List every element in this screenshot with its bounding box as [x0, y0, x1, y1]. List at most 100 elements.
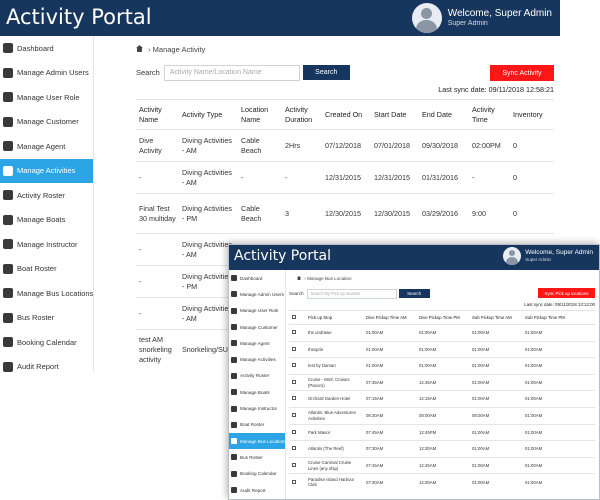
column-header[interactable]: Sub Pickup Time PM [522, 310, 595, 325]
sync-activity-button[interactable]: Sync Activity [490, 65, 554, 81]
row-checkbox-cell[interactable] [289, 324, 305, 342]
avatar[interactable] [411, 3, 442, 33]
select-all-checkbox[interactable] [292, 314, 296, 319]
sidebar-item-manage-user-role[interactable]: Manage User Role [0, 85, 93, 110]
table-row[interactable]: thesprin 01:00AM 01:00AM 01:00AM 01:00AM [289, 340, 595, 358]
search-input[interactable]: Search By Pick up location [306, 288, 397, 299]
sidebar-item-bus-roster[interactable]: Bus Roster [229, 449, 285, 465]
sidebar-item-booking-calendar[interactable]: Booking Calendar [0, 330, 93, 355]
column-header[interactable]: Activity Duration [282, 99, 322, 130]
column-header[interactable]: Activity Time [469, 99, 510, 130]
sidebar-item-activity-roster[interactable]: Activity Roster [0, 183, 93, 208]
table-row[interactable]: Cruise - MSC Cruises (Panoro) 07:45AM 12:4… [289, 373, 595, 391]
row-checkbox[interactable] [292, 479, 296, 484]
table-row[interactable]: Paradise Island Harbour Club 07:30AM 12:30… [289, 473, 595, 491]
user-menu[interactable]: Welcome, Super Admin Super Admin [503, 247, 593, 265]
column-header[interactable]: Pick up Stop [305, 310, 363, 325]
sidebar-item-manage-boats[interactable]: Manage Boats [0, 208, 93, 233]
row-checkbox[interactable] [292, 412, 296, 417]
sidebar-item-manage-activities[interactable]: Manage Activities [0, 158, 93, 183]
column-header[interactable]: Location Name [238, 99, 282, 130]
table-cell: 01:00AM [363, 340, 416, 358]
row-checkbox[interactable] [292, 363, 296, 368]
table-cell: 12:15AM [416, 390, 469, 408]
sidebar-item-manage-agent[interactable]: Manage Agent [229, 335, 285, 351]
search-button[interactable]: Search [398, 289, 430, 298]
column-header[interactable]: End Date [419, 99, 469, 130]
sidebar-item-manage-instructor[interactable]: Manage Instructor [0, 232, 93, 257]
table-row[interactable]: test by Daman 01:00AM 01:00AM 01:00AM 01:00A… [289, 357, 595, 375]
column-header[interactable]: Dive Pickup Time AM [363, 310, 416, 325]
row-checkbox-cell[interactable] [289, 390, 305, 408]
table-cell: 02:00PM [469, 129, 510, 162]
row-checkbox-cell[interactable] [289, 406, 305, 425]
sidebar-item-manage-boats[interactable]: Manage Boats [229, 384, 285, 400]
table-row[interactable]: Park Manor 07:45AM 12:45PM 01:00AM 01:00AM [289, 423, 595, 441]
table-cell: 0 [510, 161, 554, 194]
home-icon[interactable] [136, 45, 143, 52]
sidebar-item-manage-bus-locations[interactable]: Manage Bus Locations [229, 432, 285, 450]
sidebar-item-audit-report[interactable]: Audit Report [0, 355, 93, 373]
sidebar-item-manage-agent[interactable]: Manage Agent [0, 134, 93, 159]
admin-users-icon [231, 291, 237, 298]
row-checkbox[interactable] [292, 379, 296, 384]
row-checkbox-cell[interactable] [289, 357, 305, 375]
sidebar-item-manage-customer[interactable]: Manage Customer [229, 319, 285, 335]
table-row[interactable]: the undrawe 01:00AM 01:00AM 01:00AM 01:00AM [289, 324, 595, 342]
row-checkbox-cell[interactable] [289, 473, 305, 491]
row-checkbox[interactable] [292, 396, 296, 401]
sidebar-item-booking-calendar[interactable]: Booking Calendar [229, 466, 285, 482]
sidebar-item-manage-admin-users[interactable]: Manage Admin Users [229, 286, 285, 302]
search-input[interactable]: Activity Name/Location Name [163, 64, 300, 81]
column-header[interactable]: Activity Name [136, 99, 179, 130]
table-row[interactable]: Dive Activity Diving Activities - AM Cable… [136, 129, 554, 162]
column-header[interactable]: Inventory [510, 99, 554, 130]
sidebar-item-label: Bus Roster [17, 313, 55, 323]
row-checkbox[interactable] [292, 446, 296, 451]
table-row[interactable]: - Diving Activities - AM - -12/31/2015 12/31… [136, 161, 554, 194]
sidebar-item-bus-roster[interactable]: Bus Roster [0, 306, 93, 331]
main-content: › Manage Bus Location Search Search By P… [289, 270, 595, 499]
sidebar-item-manage-bus-locations[interactable]: Manage Bus Locations [0, 281, 93, 306]
sidebar-item-label: Manage Boats [17, 215, 66, 225]
sidebar-item-manage-instructor[interactable]: Manage Instructor [229, 400, 285, 416]
sync-pickup-button[interactable]: Sync Pick up locations [538, 288, 595, 298]
row-checkbox[interactable] [292, 462, 296, 467]
table-row[interactable]: Final Test 30 multiday Diving Activities … [136, 193, 554, 234]
sidebar-item-manage-user-role[interactable]: Manage User Role [229, 303, 285, 319]
table-row[interactable]: Cruise-Carnival Cruise Lines (any ship) 0… [289, 456, 595, 474]
table-row[interactable]: Atlantis: Blue Adventures Activities 08:3… [289, 406, 595, 425]
sidebar-item-boat-roster[interactable]: Boat Roster [0, 257, 93, 282]
table-row[interactable]: Atlantis (The Reef) 07:30AM 12:30AM 01:00AM… [289, 440, 595, 458]
row-checkbox[interactable] [292, 346, 296, 351]
select-all-checkbox-cell[interactable] [289, 310, 305, 325]
row-checkbox[interactable] [292, 330, 296, 334]
row-checkbox-cell[interactable] [289, 456, 305, 474]
column-header[interactable]: Sub Pickup Time AM [469, 310, 522, 325]
column-header[interactable]: Start Date [371, 99, 419, 130]
column-header[interactable]: Activity Type [179, 99, 238, 130]
row-checkbox-cell[interactable] [289, 373, 305, 391]
sidebar-item-audit-report[interactable]: Audit Report [229, 482, 285, 498]
table-cell: 01:00AM [522, 473, 595, 491]
sidebar-item-dashboard[interactable]: Dashboard [0, 36, 93, 61]
row-checkbox-cell[interactable] [289, 440, 305, 458]
row-checkbox-cell[interactable] [289, 340, 305, 358]
sidebar-item-manage-admin-users[interactable]: Manage Admin Users [0, 61, 93, 86]
home-icon[interactable] [297, 276, 301, 280]
sidebar-item-dashboard[interactable]: Dashboard [229, 270, 285, 286]
sidebar-item-manage-activities[interactable]: Manage Activities [229, 351, 285, 367]
column-header[interactable]: Dive Pickup Time PM [416, 310, 469, 325]
sidebar: Dashboard Manage Admin Users Manage User R… [229, 270, 286, 499]
user-menu[interactable]: Welcome, Super Admin Super Admin [411, 3, 552, 33]
last-sync-date: Last sync date: 09/11/2018 13:12:00 [524, 302, 595, 307]
column-header[interactable]: Created On [322, 99, 371, 130]
sidebar-item-manage-customer[interactable]: Manage Customer [0, 110, 93, 135]
sidebar-item-boat-roster[interactable]: Boat Roster [229, 417, 285, 433]
row-checkbox-cell[interactable] [289, 423, 305, 441]
table-row[interactable]: Orchard Garden Hotel 07:15AM 12:15AM 01:00A… [289, 390, 595, 408]
search-button[interactable]: Search [302, 65, 350, 80]
avatar[interactable] [503, 247, 522, 265]
sidebar-item-activity-roster[interactable]: Activity Roster [229, 368, 285, 384]
row-checkbox[interactable] [292, 429, 296, 434]
